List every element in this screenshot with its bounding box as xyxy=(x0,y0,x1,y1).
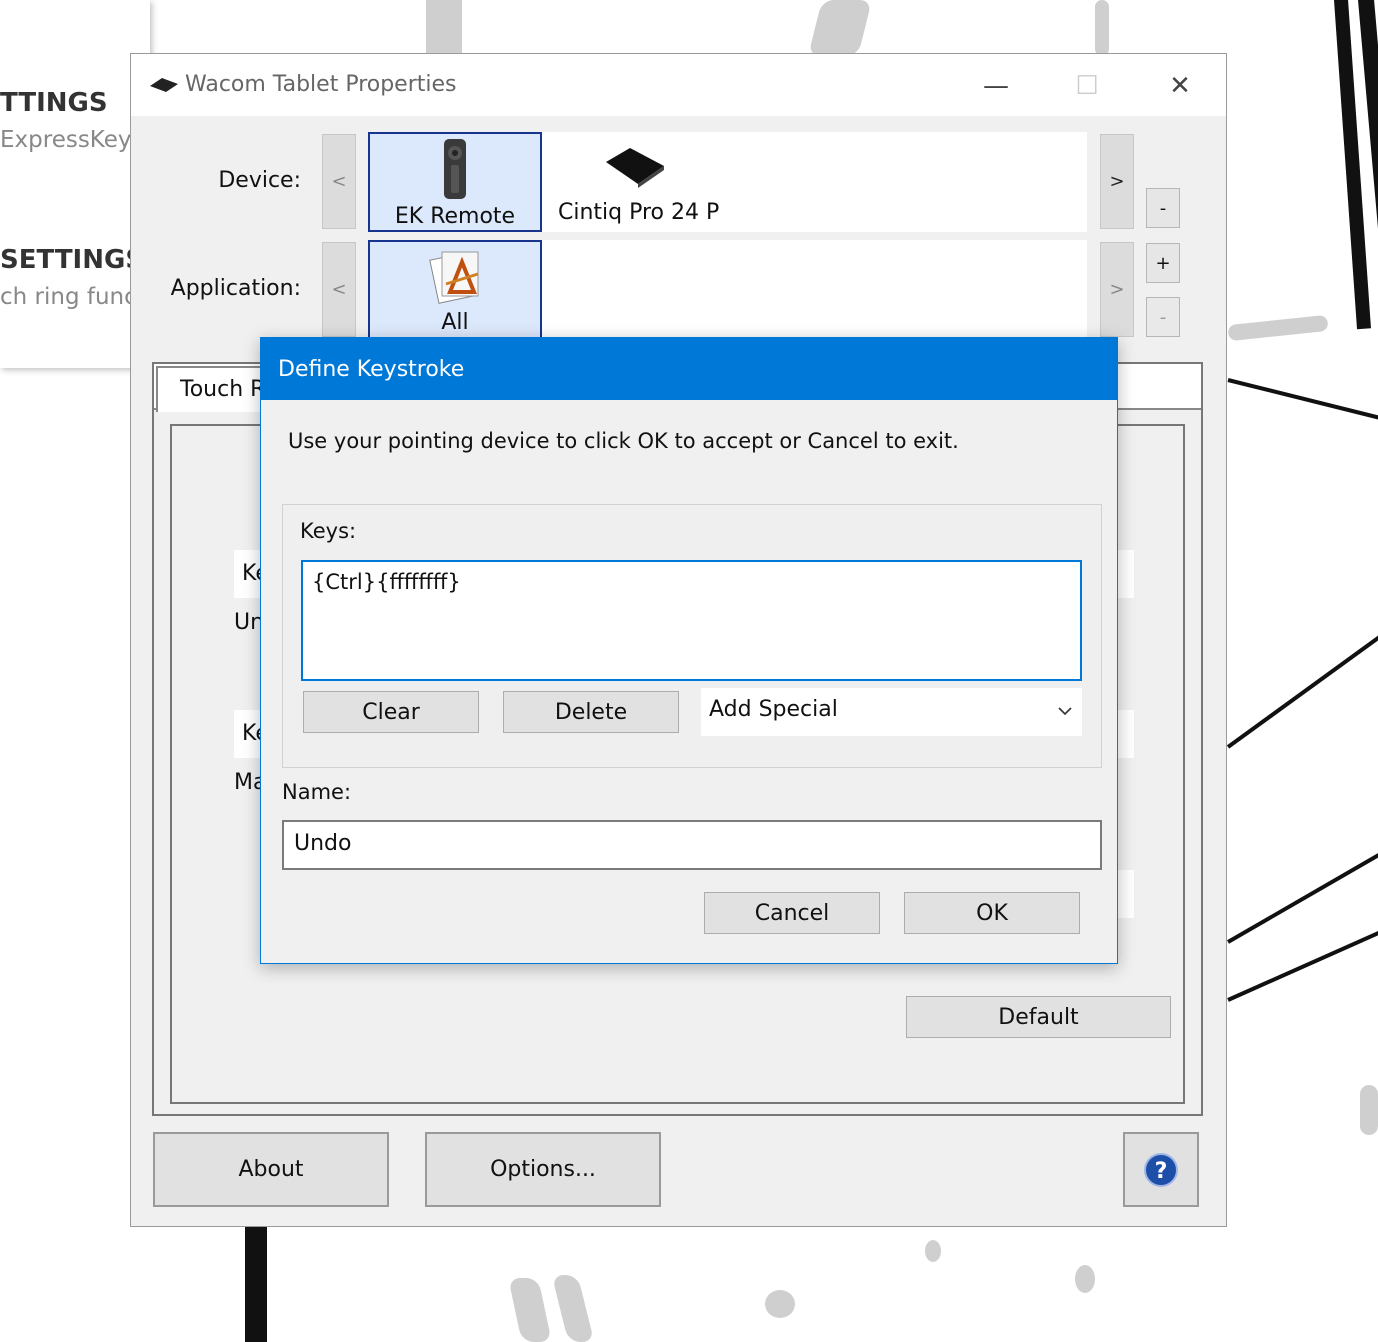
help-glyph: ? xyxy=(1155,1159,1168,1184)
keys-value: {Ctrl}{ffffffff} xyxy=(312,570,461,594)
art-stroke xyxy=(1227,845,1378,944)
about-button[interactable]: About xyxy=(153,1132,389,1207)
device-scroll-right-button[interactable]: > xyxy=(1100,134,1134,229)
keys-label: Keys: xyxy=(300,519,357,543)
name-input[interactable]: Undo xyxy=(282,820,1102,870)
art-stroke xyxy=(245,1226,267,1342)
ek-remote-icon xyxy=(444,139,466,199)
dialog-title-bar: Define Keystroke xyxy=(261,338,1117,400)
ok-button[interactable]: OK xyxy=(904,892,1080,934)
help-icon: ? xyxy=(1144,1152,1178,1187)
add-special-label: Add Special xyxy=(709,697,838,722)
all-applications-icon xyxy=(429,251,479,304)
minimize-button[interactable]: — xyxy=(968,66,1024,106)
device-tile-cintiq[interactable]: Cintiq Pro 24 P xyxy=(544,132,824,232)
add-application-button[interactable]: + xyxy=(1146,243,1180,283)
application-scroll-right-button[interactable]: > xyxy=(1100,242,1134,337)
art-stroke xyxy=(1227,314,1329,342)
art-stroke xyxy=(765,1290,795,1318)
art-stroke xyxy=(1226,633,1378,749)
background-subtext: ExpressKey f xyxy=(0,127,147,153)
chevron-down-icon xyxy=(1058,707,1072,716)
application-scroll-left-button[interactable]: < xyxy=(322,242,356,337)
art-stroke xyxy=(1075,1265,1095,1293)
art-stroke xyxy=(1227,920,1378,1002)
default-button[interactable]: Default xyxy=(906,996,1171,1038)
background-bar xyxy=(426,0,462,54)
cancel-button[interactable]: Cancel xyxy=(704,892,880,934)
device-label: Device: xyxy=(218,168,301,193)
name-label: Name: xyxy=(282,780,352,804)
device-tile-label: Cintiq Pro 24 P xyxy=(558,200,720,225)
art-stroke xyxy=(551,1275,595,1342)
device-tile-ek-remote[interactable]: EK Remote xyxy=(368,132,542,232)
clear-button[interactable]: Clear xyxy=(303,691,479,733)
device-tile-label: EK Remote xyxy=(394,204,516,229)
dialog-instructions: Use your pointing device to click OK to … xyxy=(288,429,959,453)
background-heading: TTINGS xyxy=(0,88,108,118)
remove-application-button[interactable]: - xyxy=(1146,297,1180,337)
add-special-dropdown[interactable]: Add Special xyxy=(701,688,1082,736)
dialog-title: Define Keystroke xyxy=(278,357,465,382)
background-heading: SETTINGS xyxy=(0,245,145,275)
options-button[interactable]: Options... xyxy=(425,1132,661,1207)
art-stroke xyxy=(925,1240,941,1262)
application-tile-label: All xyxy=(441,310,469,335)
background-settings-panel: TTINGS ExpressKey f SETTINGS ch ring fun… xyxy=(0,0,150,368)
delete-button[interactable]: Delete xyxy=(503,691,679,733)
art-stroke xyxy=(1227,378,1378,424)
tablet-app-icon xyxy=(150,78,178,92)
art-stroke xyxy=(508,1278,552,1342)
name-value: Undo xyxy=(294,831,352,856)
art-stroke xyxy=(808,0,872,56)
window-title: Wacom Tablet Properties xyxy=(185,72,457,97)
close-button[interactable]: ✕ xyxy=(1152,66,1208,106)
keys-input[interactable]: {Ctrl}{ffffffff} xyxy=(301,560,1082,681)
device-scroll-left-button[interactable]: < xyxy=(322,134,356,229)
application-tile-all[interactable]: All xyxy=(368,240,542,340)
define-keystroke-dialog: Define Keystroke Use your pointing devic… xyxy=(260,337,1118,964)
maximize-button[interactable]: ☐ xyxy=(1059,66,1115,106)
art-stroke xyxy=(1095,0,1109,56)
art-stroke xyxy=(1360,1085,1378,1135)
help-button[interactable]: ? xyxy=(1123,1132,1199,1207)
remove-device-button[interactable]: - xyxy=(1146,188,1180,228)
application-label: Application: xyxy=(170,276,301,301)
title-bar: Wacom Tablet Properties — ☐ ✕ xyxy=(131,54,1226,116)
tab-label: Touch R xyxy=(180,377,266,402)
cintiq-tablet-icon xyxy=(606,148,664,188)
background-subtext: ch ring func xyxy=(0,284,137,310)
